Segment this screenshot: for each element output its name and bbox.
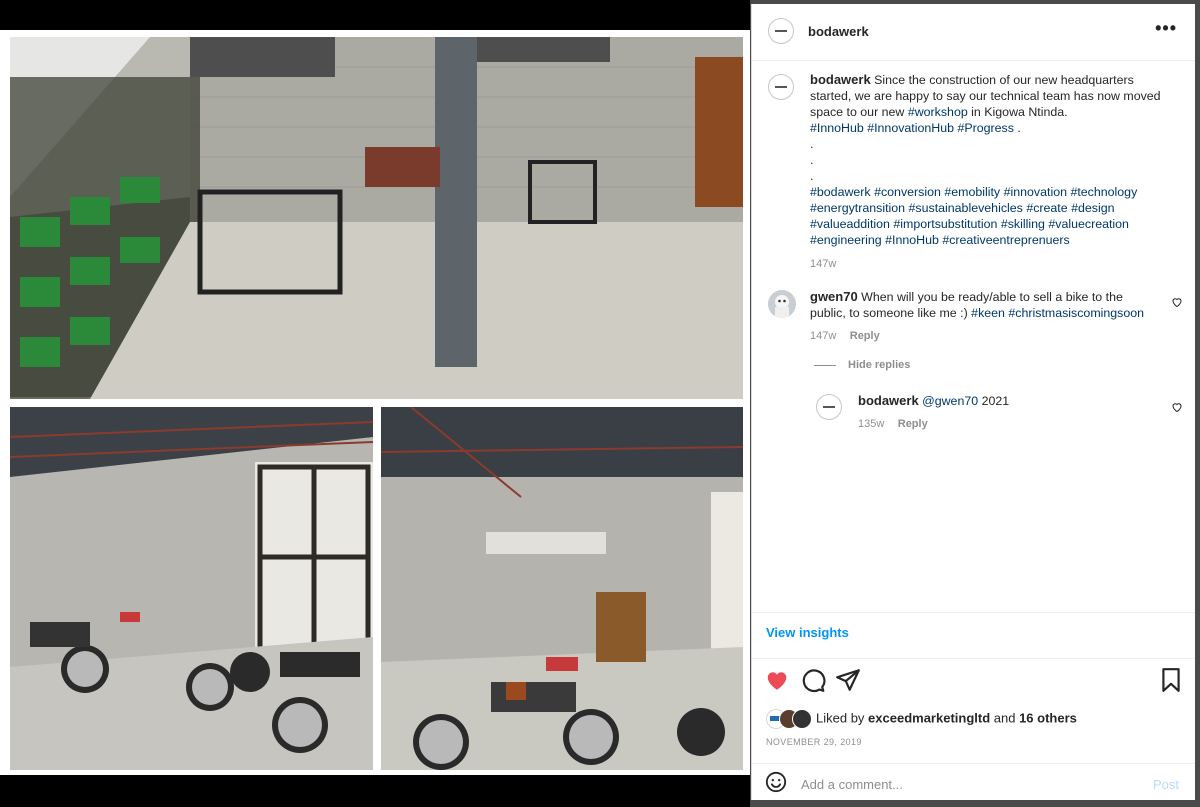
post-media xyxy=(0,0,750,807)
reply-username[interactable]: bodawerk xyxy=(858,393,919,408)
caption: bodawerk Since the construction of our n… xyxy=(810,72,1162,272)
hashtag[interactable]: #design xyxy=(1071,201,1114,215)
header-username[interactable]: bodawerk xyxy=(808,24,869,39)
more-horizontal-icon[interactable]: ••• xyxy=(1155,18,1177,39)
reply-button[interactable]: Reply xyxy=(850,330,880,342)
post-side-panel: bodawerk ••• bodawerk Since the construc… xyxy=(751,4,1195,800)
hashtag-progress[interactable]: #Progress xyxy=(957,121,1013,135)
liker-avatar xyxy=(792,709,812,729)
hashtag-keen[interactable]: #keen xyxy=(971,306,1005,320)
reply-avatar[interactable] xyxy=(816,394,842,420)
reply-comment: bodawerk @gwen70 2021 135w Reply xyxy=(858,393,1158,432)
liked-by-and: and xyxy=(990,710,1020,726)
post-actions: View insights Liked by exceedmarketinglt… xyxy=(752,612,1195,801)
hashtag-innohub[interactable]: #InnoHub xyxy=(810,121,864,135)
hashtag[interactable]: #create xyxy=(1026,201,1067,215)
view-insights-link[interactable]: View insights xyxy=(766,625,849,640)
hashtag[interactable]: #technology xyxy=(1070,185,1137,199)
mention-gwen70[interactable]: @gwen70 xyxy=(922,394,978,408)
reply-button[interactable]: Reply xyxy=(898,418,928,430)
post-header: bodawerk ••• xyxy=(752,4,1195,61)
comment: gwen70 When will you be ready/able to se… xyxy=(810,289,1162,344)
hide-replies-toggle[interactable]: Hide replies xyxy=(814,359,910,371)
hashtag[interactable]: #creativeentreprenuers xyxy=(942,233,1069,247)
add-comment-input[interactable]: Add a comment... xyxy=(801,777,903,792)
hashtag-innovationhub[interactable]: #InnovationHub xyxy=(867,121,954,135)
workshop-photo-bottom-left[interactable] xyxy=(10,407,373,770)
liker-avatars xyxy=(766,709,812,729)
comment-avatar-gwen70[interactable] xyxy=(768,290,796,318)
caption-avatar[interactable] xyxy=(768,74,794,100)
hashtag[interactable]: #importsubstitution xyxy=(893,217,997,231)
photo-collage xyxy=(0,30,750,775)
hashtag[interactable]: #bodawerk xyxy=(810,185,871,199)
caption-text-2: in Kigowa Ntinda. xyxy=(967,105,1068,119)
hashtag[interactable]: #engineering xyxy=(810,233,882,247)
workshop-photo-bottom-right[interactable] xyxy=(381,407,743,770)
hashtag-workshop[interactable]: #workshop xyxy=(908,105,968,119)
hashtag[interactable]: #innovation xyxy=(1004,185,1067,199)
hashtag[interactable]: #conversion xyxy=(874,185,941,199)
hashtag[interactable]: #valuecreation xyxy=(1048,217,1129,231)
replies-line xyxy=(814,364,836,366)
workshop-photo-top[interactable] xyxy=(10,37,743,399)
caption-username[interactable]: bodawerk xyxy=(810,72,871,87)
reply-like-heart-icon[interactable] xyxy=(1171,401,1183,413)
hashtag[interactable]: #valueaddition xyxy=(810,217,890,231)
post-comment-button[interactable]: Post xyxy=(1153,777,1179,792)
bookmark-icon[interactable] xyxy=(1158,667,1184,693)
avatar[interactable] xyxy=(768,18,794,44)
caption-period: . xyxy=(1017,121,1021,135)
comment-timestamp[interactable]: 147w xyxy=(810,330,836,342)
liked-by-user[interactable]: exceedmarketingltd xyxy=(868,710,990,725)
hide-replies-label: Hide replies xyxy=(848,359,911,371)
hashtag[interactable]: #emobility xyxy=(944,185,1000,199)
hashtag[interactable]: #skilling xyxy=(1001,217,1045,231)
comment-username[interactable]: gwen70 xyxy=(810,289,858,304)
add-comment-bar: Add a comment... Post xyxy=(752,763,1195,802)
hashtag-christmasiscomingsoon[interactable]: #christmasiscomingsoon xyxy=(1008,306,1144,320)
caption-dot: . xyxy=(810,137,814,151)
hashtag[interactable]: #sustainablevehicles xyxy=(909,201,1023,215)
share-icon[interactable] xyxy=(835,667,861,693)
likes-summary: Liked by exceedmarketingltd and 16 other… xyxy=(766,709,1077,729)
reply-timestamp[interactable]: 135w xyxy=(858,418,884,430)
caption-dot: . xyxy=(810,169,814,183)
caption-dot: . xyxy=(810,153,814,167)
action-icons-row xyxy=(752,658,1195,699)
caption-timestamp[interactable]: 147w xyxy=(810,256,1162,272)
post-date[interactable]: NOVEMBER 29, 2019 xyxy=(766,737,862,747)
reply-text: 2021 xyxy=(981,394,1010,408)
heart-icon[interactable] xyxy=(764,667,790,693)
liked-by-prefix: Liked by xyxy=(816,710,869,726)
comment-like-heart-icon[interactable] xyxy=(1171,296,1183,308)
hashtag[interactable]: #InnoHub xyxy=(885,233,939,247)
emoji-icon[interactable] xyxy=(765,771,787,793)
hashtag[interactable]: #energytransition xyxy=(810,201,905,215)
comment-icon[interactable] xyxy=(800,667,826,693)
liked-by-others[interactable]: 16 others xyxy=(1019,710,1077,725)
